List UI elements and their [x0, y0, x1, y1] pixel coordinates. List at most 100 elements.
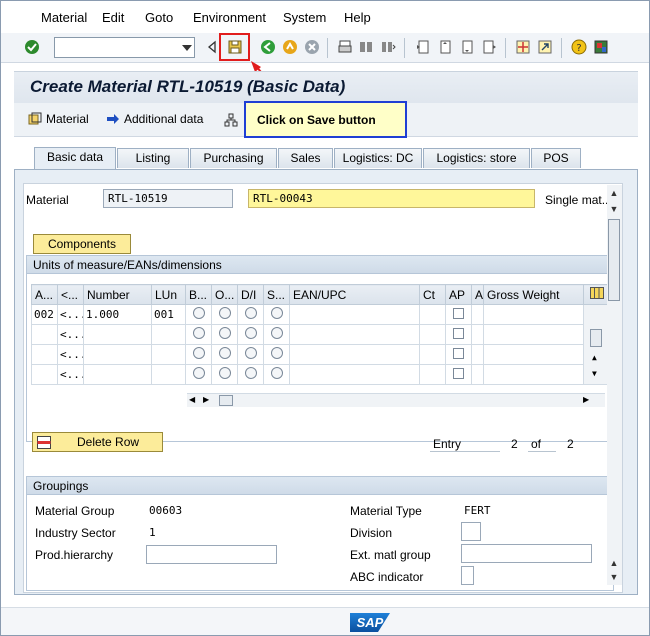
table-vscroll[interactable]: ▲ ▼ [583, 304, 610, 385]
cell-alt-unit[interactable] [31, 344, 58, 365]
cell-lun[interactable] [151, 324, 186, 345]
base-uom-radio[interactable] [192, 367, 205, 379]
ap-checkbox[interactable] [453, 347, 464, 359]
find-icon[interactable] [358, 39, 374, 55]
tab-logistics-store[interactable]: Logistics: store [423, 148, 530, 168]
scroll-down-end-icon[interactable]: ▼ [608, 571, 620, 583]
print-icon[interactable] [337, 39, 353, 55]
base-uom-radio[interactable] [192, 347, 205, 359]
cell-alt-unit[interactable] [31, 324, 58, 345]
col-ct[interactable]: Ct [419, 284, 446, 305]
cell-denominator[interactable]: <... [57, 324, 84, 345]
customize-layout-icon[interactable] [593, 39, 609, 55]
sales-unit-radio[interactable] [270, 307, 283, 319]
cell-number[interactable] [83, 344, 152, 365]
col-alt-unit[interactable]: A... [31, 284, 58, 305]
col-number[interactable]: Number [83, 284, 152, 305]
cell-lun[interactable] [151, 364, 186, 385]
base-uom-radio[interactable] [192, 327, 205, 339]
cell-lun[interactable] [151, 344, 186, 365]
di-radio[interactable] [244, 327, 257, 339]
cell-denominator[interactable]: <... [57, 304, 84, 325]
sales-unit-radio[interactable] [270, 327, 283, 339]
di-radio[interactable] [244, 347, 257, 359]
new-session-icon[interactable] [515, 39, 531, 55]
previous-page-icon[interactable] [437, 39, 453, 55]
order-unit-radio[interactable] [218, 307, 231, 319]
material-button[interactable]: Material [28, 112, 89, 126]
base-uom-radio[interactable] [192, 307, 205, 319]
col-ap[interactable]: AP [445, 284, 472, 305]
back-icon[interactable] [260, 39, 276, 55]
cell-a[interactable] [471, 344, 484, 365]
table-row[interactable]: <... [31, 364, 610, 385]
cell-number[interactable] [83, 364, 152, 385]
cell-number[interactable] [83, 324, 152, 345]
scroll-up-icon[interactable]: ▲ [592, 353, 597, 362]
cell-ean-upc[interactable] [289, 344, 420, 365]
cell-lun[interactable]: 001 [151, 304, 186, 325]
cell-gross-weight[interactable] [483, 344, 584, 365]
table-row[interactable]: 002 <... 1.000 001 [31, 304, 610, 385]
di-radio[interactable] [244, 307, 257, 319]
scroll-right-icon[interactable]: ▶ [203, 395, 209, 404]
order-unit-radio[interactable] [218, 367, 231, 379]
last-page-icon[interactable] [481, 39, 497, 55]
org-levels-icon[interactable] [224, 113, 238, 127]
ap-checkbox[interactable] [453, 307, 464, 319]
tab-logistics-dc[interactable]: Logistics: DC [334, 148, 422, 168]
cell-alt-unit[interactable]: 002 [31, 304, 58, 325]
menu-goto[interactable]: Goto [145, 10, 173, 25]
next-page-icon[interactable] [459, 39, 475, 55]
table-scroll-thumb[interactable] [590, 329, 602, 347]
command-field[interactable] [54, 37, 195, 58]
components-button[interactable]: Components [33, 234, 131, 254]
cell-ean-upc[interactable] [289, 304, 420, 325]
cell-ct[interactable] [419, 344, 446, 365]
scroll-down-icon[interactable]: ▼ [592, 369, 597, 378]
scroll-up-end-icon[interactable]: ▲ [608, 557, 620, 569]
col-order[interactable]: O... [211, 284, 238, 305]
shortcut-icon[interactable] [537, 39, 553, 55]
abc-indicator-input[interactable] [461, 566, 474, 585]
order-unit-radio[interactable] [218, 347, 231, 359]
additional-data-button[interactable]: Additional data [106, 112, 203, 126]
cell-ean-upc[interactable] [289, 324, 420, 345]
cell-ean-upc[interactable] [289, 364, 420, 385]
col-lun[interactable]: LUn [151, 284, 186, 305]
material-description-input[interactable]: RTL-00043 [248, 189, 535, 208]
menu-edit[interactable]: Edit [102, 10, 124, 25]
col-ean-upc[interactable]: EAN/UPC [289, 284, 420, 305]
hscroll-thumb[interactable] [219, 395, 233, 406]
delete-row-button[interactable]: Delete Row [32, 432, 163, 452]
scroll-left-icon[interactable]: ◀ [189, 395, 195, 404]
sales-unit-radio[interactable] [270, 347, 283, 359]
back-arrow-small-icon[interactable] [204, 39, 220, 55]
tab-sales[interactable]: Sales [278, 148, 333, 168]
cell-gross-weight[interactable] [483, 304, 584, 325]
sales-unit-radio[interactable] [270, 367, 283, 379]
col-di[interactable]: D/I [237, 284, 264, 305]
cell-gross-weight[interactable] [483, 364, 584, 385]
col-base[interactable]: B... [185, 284, 212, 305]
cell-a[interactable] [471, 304, 484, 325]
menu-system[interactable]: System [283, 10, 326, 25]
chevron-down-icon[interactable] [182, 45, 192, 51]
scroll-up-icon[interactable]: ▲ [608, 187, 620, 199]
find-next-icon[interactable] [380, 39, 396, 55]
cell-ct[interactable] [419, 304, 446, 325]
tab-listing[interactable]: Listing [117, 148, 189, 168]
cell-ct[interactable] [419, 364, 446, 385]
table-settings-cell[interactable] [583, 284, 610, 305]
cell-a[interactable] [471, 364, 484, 385]
table-hscroll[interactable]: ◀ ▶ ▶ [187, 393, 605, 407]
col-denominator[interactable]: <... [57, 284, 84, 305]
main-scroll-thumb[interactable] [608, 219, 620, 301]
ap-checkbox[interactable] [453, 367, 464, 379]
prod-hierarchy-input[interactable] [146, 545, 277, 564]
order-unit-radio[interactable] [218, 327, 231, 339]
main-vscroll[interactable]: ▲ ▼ ▲ ▼ [607, 185, 622, 585]
table-row[interactable]: <... [31, 344, 610, 365]
col-gross-weight[interactable]: Gross Weight [483, 284, 584, 305]
tab-basic-data[interactable]: Basic data [34, 147, 116, 169]
